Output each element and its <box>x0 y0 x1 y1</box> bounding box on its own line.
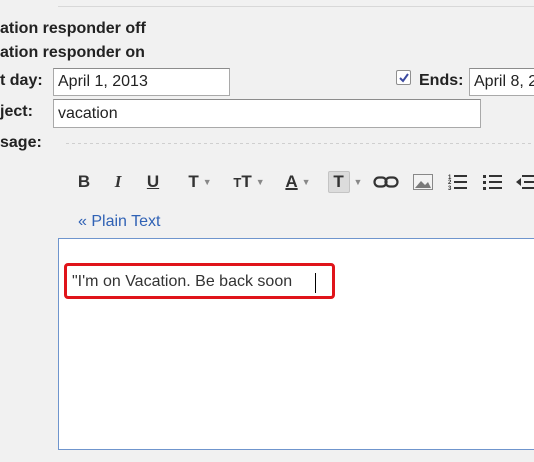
bulleted-list-icon[interactable] <box>481 168 505 196</box>
message-body-text: "I'm on Vacation. Be back soon <box>72 273 293 290</box>
svg-text:3: 3 <box>448 186 452 191</box>
ends-checkbox[interactable] <box>396 70 411 85</box>
responder-on-label[interactable]: ation responder on <box>0 44 145 62</box>
link-icon[interactable] <box>372 168 400 196</box>
outdent-glyph <box>516 175 534 189</box>
text-color-icon[interactable]: A ▼ <box>278 168 318 196</box>
ends-date-input[interactable] <box>469 68 534 96</box>
ends-label: Ends: <box>419 72 464 89</box>
font-icon[interactable]: T ▼ <box>180 168 220 196</box>
plain-text-link[interactable]: « Plain Text <box>78 213 160 231</box>
subject-input[interactable] <box>53 99 481 128</box>
responder-off-label[interactable]: ation responder off <box>0 20 146 38</box>
toolbar-divider <box>66 143 534 144</box>
image-icon[interactable] <box>411 168 435 196</box>
link-glyph <box>373 176 399 188</box>
subject-label: ject: <box>0 103 33 120</box>
highlight-icon[interactable]: T ▼ <box>324 168 366 196</box>
checkmark-icon <box>399 73 409 83</box>
message-label: sage: <box>0 134 42 151</box>
text-cursor <box>315 273 316 293</box>
numbered-list-icon[interactable]: 1 2 3 <box>446 168 470 196</box>
bold-icon[interactable]: B <box>74 168 94 196</box>
font-size-icon[interactable]: T T ▼ <box>228 168 270 196</box>
outdent-icon[interactable] <box>516 168 534 196</box>
first-day-input[interactable] <box>53 68 230 96</box>
image-glyph <box>413 174 433 190</box>
top-divider <box>58 0 534 7</box>
bulleted-list-glyph <box>483 175 502 190</box>
numbered-list-glyph: 1 2 3 <box>448 175 467 191</box>
underline-icon[interactable]: U <box>143 168 163 196</box>
first-day-label: t day: <box>0 72 43 89</box>
italic-icon[interactable]: I <box>108 168 128 196</box>
